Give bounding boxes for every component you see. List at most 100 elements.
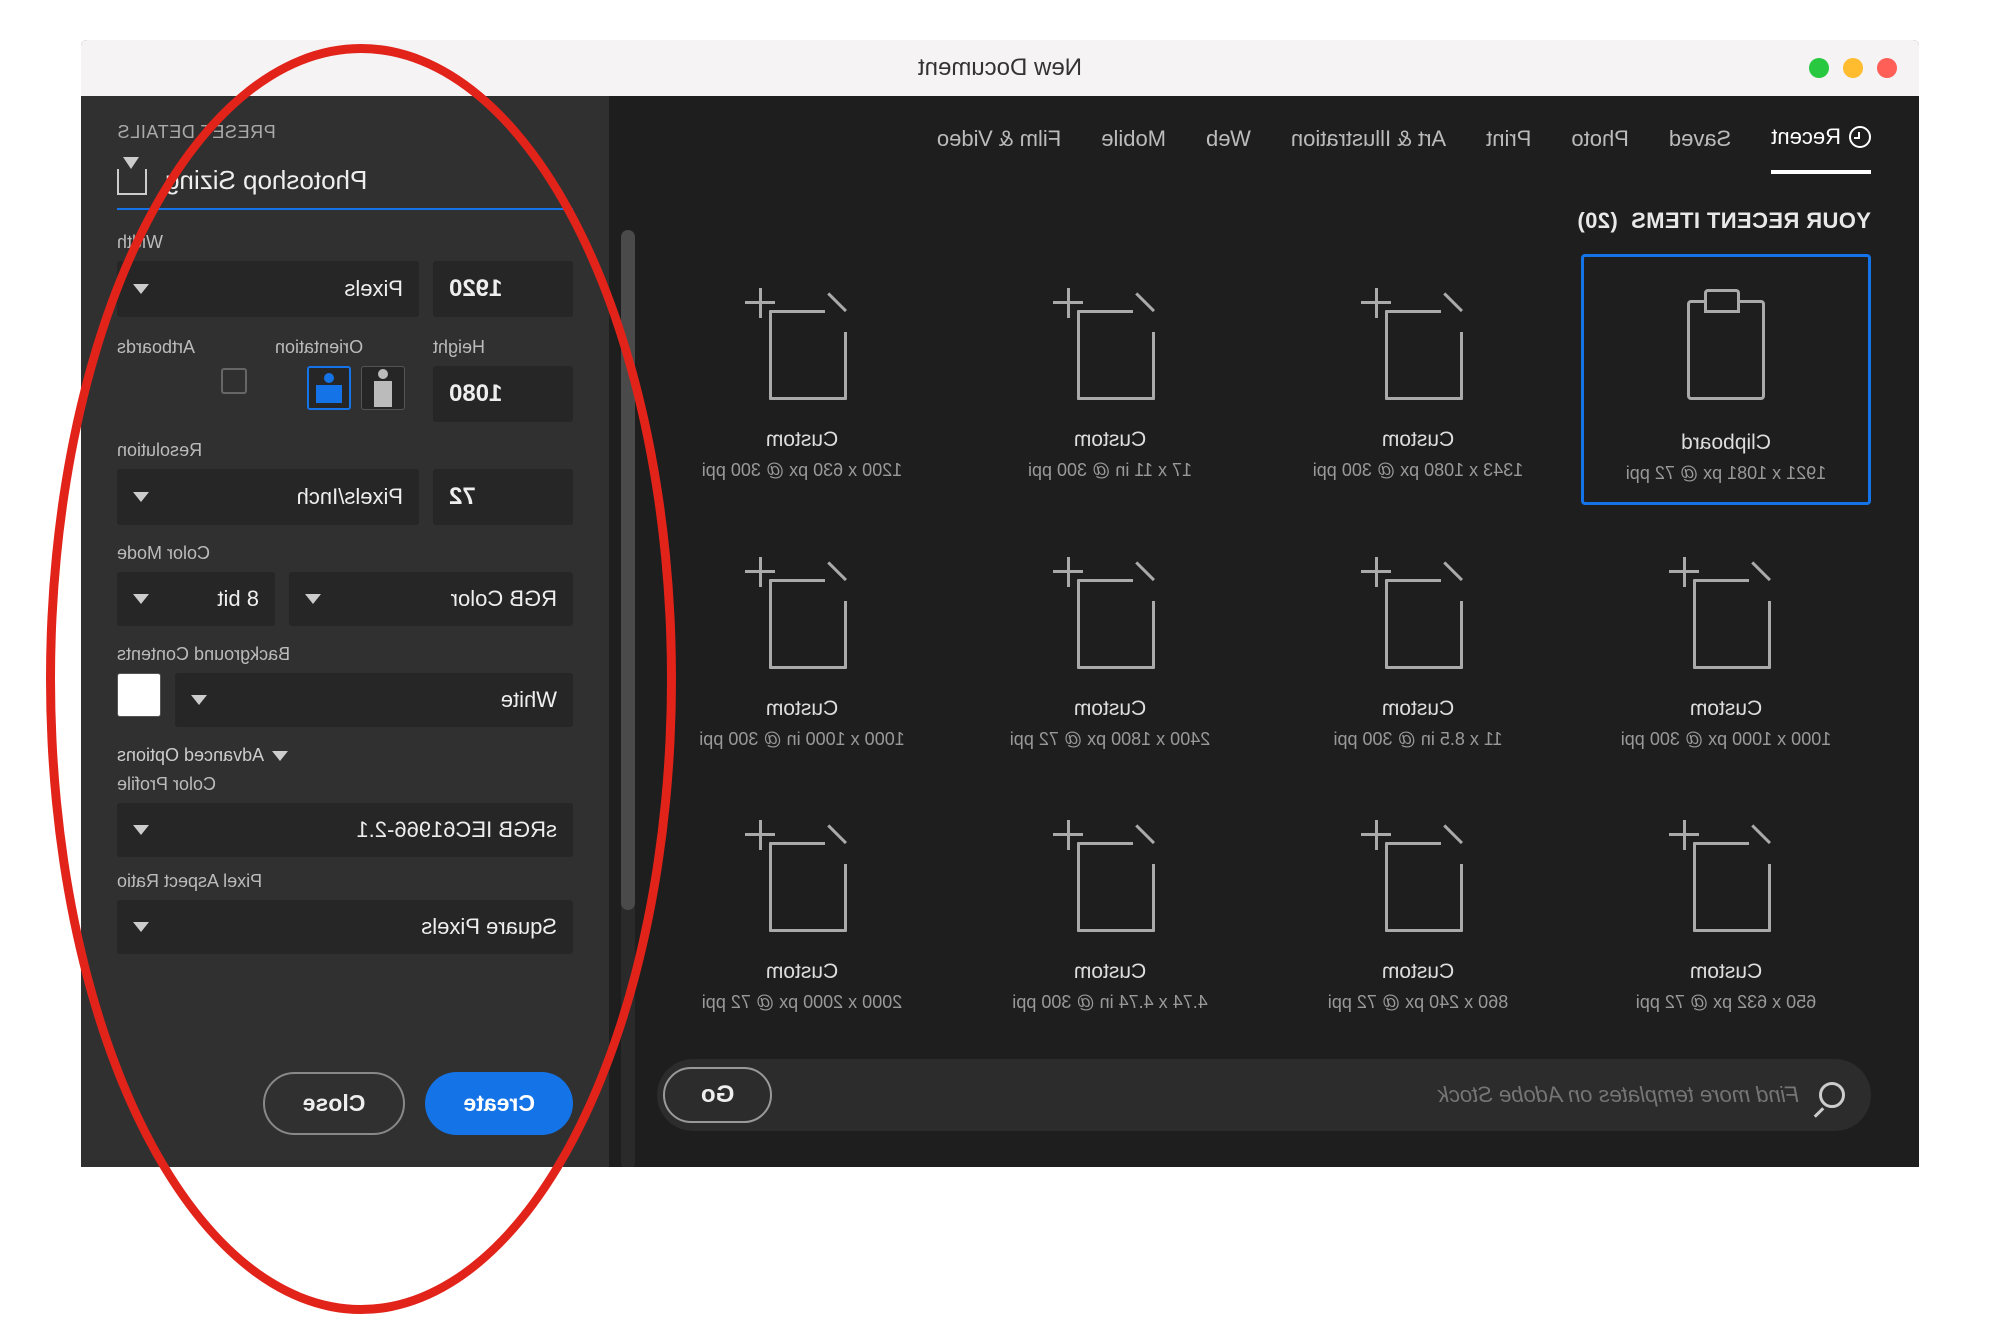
tab-saved[interactable]: Saved	[1669, 124, 1731, 174]
new-document-icon	[1061, 557, 1159, 675]
save-preset-icon[interactable]	[117, 169, 147, 195]
preset-card[interactable]: Custom2400 x 1800 px @ 72 ppi	[965, 523, 1255, 768]
preset-card-name: Custom	[971, 960, 1249, 984]
clock-icon	[1849, 126, 1871, 148]
scrollbar[interactable]	[621, 230, 635, 1167]
new-document-icon	[1369, 288, 1467, 406]
preset-card-name: Custom	[1279, 428, 1557, 452]
preset-card-dimensions: 650 x 632 px @ 72 ppi	[1587, 992, 1865, 1013]
close-window-icon[interactable]	[1877, 58, 1897, 78]
color-mode-select[interactable]: RGB Color	[289, 572, 573, 626]
preset-card[interactable]: Custom 1000 x 1000 in @ 300 ppi	[657, 523, 947, 768]
new-document-icon	[753, 820, 851, 938]
preset-card-dimensions: 860 x 240 px @ 72 ppi	[1279, 992, 1557, 1013]
clipboard-icon	[1687, 300, 1765, 400]
window-title: New Document	[918, 54, 1082, 82]
preset-card-name: Clipboard	[1590, 431, 1862, 455]
width-unit-select[interactable]: Pixels	[117, 261, 419, 317]
new-document-icon	[753, 288, 851, 406]
new-document-icon	[1677, 820, 1775, 938]
resolution-input[interactable]	[433, 469, 573, 525]
stock-search-input[interactable]	[772, 1082, 1799, 1108]
tab-mobile[interactable]: Mobile	[1101, 124, 1166, 174]
preset-card-name: Custom	[1279, 960, 1557, 984]
tab-print[interactable]: Print	[1486, 124, 1531, 174]
pixel-aspect-select[interactable]: Square Pixels	[117, 900, 573, 954]
close-button[interactable]: Close	[263, 1072, 406, 1135]
preset-card-name: Custom	[1587, 960, 1865, 984]
preset-card[interactable]: Custom 11 x 8.5 in @ 300 ppi	[1273, 523, 1563, 768]
new-document-icon	[1677, 557, 1775, 675]
orientation-landscape-button[interactable]	[307, 366, 351, 410]
tab-film-video[interactable]: Film & Video	[937, 124, 1061, 174]
color-profile-label: Color Profile	[117, 774, 573, 795]
preset-card[interactable]: Custom 4.74 x 4.74 in @ 300 ppi	[965, 786, 1255, 1031]
chevron-down-icon	[272, 751, 288, 761]
preset-card[interactable]: Custom 650 x 632 px @ 72 ppi	[1581, 786, 1871, 1031]
orientation-portrait-button[interactable]	[361, 366, 405, 410]
chevron-down-icon	[133, 594, 149, 604]
tab-recent[interactable]: Recent	[1771, 124, 1871, 174]
minimize-window-icon[interactable]	[1843, 58, 1863, 78]
width-input[interactable]	[433, 261, 573, 317]
preset-card[interactable]: Custom 2000 x 2000 px @ 72 ppi	[657, 786, 947, 1031]
width-label: Width	[117, 232, 573, 253]
preset-details-header: PRESET DETAILS	[117, 122, 573, 143]
preset-card[interactable]: Custom1000 x 1000 px @ 300 ppi	[1581, 523, 1871, 768]
tab-art-illustration[interactable]: Art & Illustration	[1291, 124, 1446, 174]
color-profile-select[interactable]: sRGB IEC61966-2.1	[117, 803, 573, 857]
chevron-down-icon	[133, 492, 149, 502]
preset-card-dimensions: 1343 x 1080 px @ 300 ppi	[1279, 460, 1557, 481]
preset-details-panel: PRESET DETAILS Width Pixels Height Orien…	[81, 96, 609, 1167]
preset-card-dimensions: 17 x 11 in @ 300 ppi	[971, 460, 1249, 481]
preset-card[interactable]: Custom 1200 x 630 px @ 300 ppi	[657, 254, 947, 505]
height-input[interactable]	[433, 366, 573, 422]
maximize-window-icon[interactable]	[1809, 58, 1829, 78]
preset-card-dimensions: 4.74 x 4.74 in @ 300 ppi	[971, 992, 1249, 1013]
new-document-icon	[1061, 820, 1159, 938]
preset-card-name: Custom	[1587, 697, 1865, 721]
create-button[interactable]: Create	[425, 1072, 573, 1135]
preset-card-dimensions: 11 x 8.5 in @ 300 ppi	[1279, 729, 1557, 750]
new-document-icon	[1369, 820, 1467, 938]
resolution-label: Resolution	[117, 440, 573, 461]
preset-card-name: Custom	[971, 428, 1249, 452]
resolution-unit-select[interactable]: Pixels/Inch	[117, 469, 419, 525]
preset-grid: Clipboard 1921 x 1081 px @ 72 ppi Custom 13…	[609, 254, 1919, 1031]
advanced-options-toggle[interactable]: Advanced Options	[117, 745, 573, 766]
preset-name-input[interactable]	[165, 155, 573, 208]
background-select[interactable]: White	[175, 673, 573, 727]
chevron-down-icon	[133, 922, 149, 932]
preset-card-dimensions: 1200 x 630 px @ 300 ppi	[663, 460, 941, 481]
preset-card-dimensions: 1000 x 1000 in @ 300 ppi	[663, 729, 941, 750]
preset-card-dimensions: 1921 x 1081 px @ 72 ppi	[1590, 463, 1862, 484]
category-tabs: Recent Saved Photo Print Art & Illustrat…	[609, 96, 1919, 174]
chevron-down-icon	[191, 695, 207, 705]
background-color-swatch[interactable]	[117, 673, 161, 717]
new-document-icon	[1061, 288, 1159, 406]
tab-photo[interactable]: Photo	[1571, 124, 1629, 174]
preset-card[interactable]: Clipboard 1921 x 1081 px @ 72 ppi	[1581, 254, 1871, 505]
recent-items-header: YOUR RECENT ITEMS (20)	[609, 174, 1919, 254]
preset-card-name: Custom	[663, 697, 941, 721]
go-button[interactable]: Go	[663, 1067, 772, 1123]
artboards-checkbox[interactable]	[221, 368, 247, 394]
tab-web[interactable]: Web	[1206, 124, 1251, 174]
window-title-bar: New Document	[81, 40, 1919, 96]
bit-depth-select[interactable]: 8 bit	[117, 572, 275, 626]
background-label: Background Contents	[117, 644, 573, 665]
chevron-down-icon	[305, 594, 321, 604]
preset-card[interactable]: Custom 17 x 11 in @ 300 ppi	[965, 254, 1255, 505]
preset-card-name: Custom	[1279, 697, 1557, 721]
preset-card-name: Custom	[663, 960, 941, 984]
chevron-down-icon	[133, 825, 149, 835]
preset-card[interactable]: Custom 1343 x 1080 px @ 300 ppi	[1273, 254, 1563, 505]
preset-card-dimensions: 2400 x 1800 px @ 72 ppi	[971, 729, 1249, 750]
preset-card-name: Custom	[663, 428, 941, 452]
stock-search-bar: Go	[657, 1059, 1871, 1131]
orientation-label: Orientation	[275, 337, 405, 358]
new-document-icon	[1369, 557, 1467, 675]
preset-card-dimensions: 2000 x 2000 px @ 72 ppi	[663, 992, 941, 1013]
preset-card[interactable]: Custom 860 x 240 px @ 72 ppi	[1273, 786, 1563, 1031]
color-mode-label: Color Mode	[117, 543, 573, 564]
